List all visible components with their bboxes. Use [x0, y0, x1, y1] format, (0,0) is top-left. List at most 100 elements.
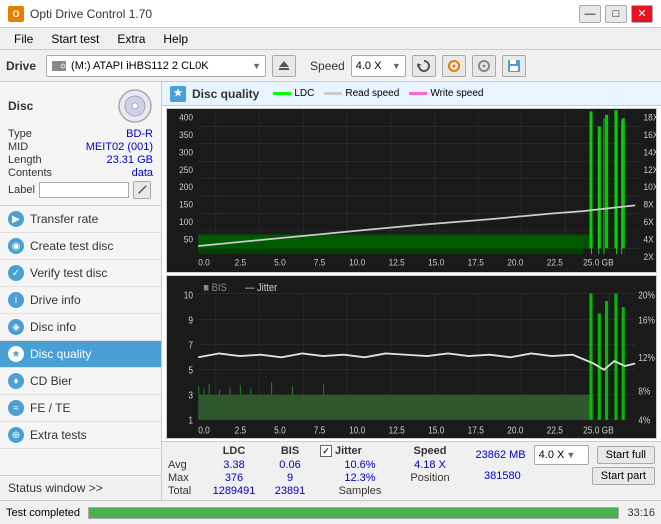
eject-button[interactable]	[272, 55, 296, 77]
svg-text:2.5: 2.5	[235, 424, 247, 435]
speed-value: 4.0 X	[356, 60, 382, 72]
contents-value: data	[56, 167, 153, 179]
svg-text:10X: 10X	[644, 182, 656, 193]
svg-text:12%: 12%	[638, 352, 655, 363]
svg-text:17.5: 17.5	[468, 424, 484, 435]
sidebar-item-drive-info[interactable]: i Drive info	[0, 287, 161, 314]
svg-text:250: 250	[179, 164, 193, 175]
disc-button[interactable]	[442, 55, 466, 77]
status-text: Test completed	[6, 507, 80, 519]
disc2-button[interactable]	[472, 55, 496, 77]
length-label: Length	[8, 154, 52, 166]
sidebar-item-disc-quality[interactable]: ★ Disc quality	[0, 341, 161, 368]
extra-tests-icon: ⊕	[8, 427, 24, 443]
max-bis: 9	[264, 472, 316, 484]
refresh-button[interactable]	[412, 55, 436, 77]
svg-text:16X: 16X	[644, 130, 656, 141]
svg-text:1: 1	[188, 414, 193, 425]
menu-file[interactable]: File	[6, 30, 41, 48]
drive-label: Drive	[6, 59, 36, 73]
menu-extra[interactable]: Extra	[109, 30, 153, 48]
svg-text:16%: 16%	[638, 314, 655, 325]
fe-te-label: FE / TE	[30, 401, 70, 415]
sidebar-item-extra-tests[interactable]: ⊕ Extra tests	[0, 422, 161, 449]
svg-text:10.0: 10.0	[349, 424, 365, 435]
sidebar-item-fe-te[interactable]: ≈ FE / TE	[0, 395, 161, 422]
menu-help[interactable]: Help	[155, 30, 196, 48]
start-part-button[interactable]: Start part	[592, 467, 655, 485]
title-bar-left: O Opti Drive Control 1.70	[8, 6, 152, 22]
app-icon: O	[8, 6, 24, 22]
disc-info-icon: ◈	[8, 319, 24, 335]
sidebar-item-verify-test-disc[interactable]: ✓ Verify test disc	[0, 260, 161, 287]
save-button[interactable]	[502, 55, 526, 77]
svg-text:15.0: 15.0	[428, 257, 444, 268]
legend-read-speed: Read speed	[324, 88, 399, 99]
svg-text:4%: 4%	[638, 414, 650, 425]
svg-text:9: 9	[188, 314, 193, 325]
cd-bier-icon: ♦	[8, 373, 24, 389]
svg-text:6X: 6X	[644, 217, 654, 228]
svg-text:5.0: 5.0	[274, 257, 286, 268]
svg-text:8%: 8%	[638, 386, 650, 397]
stats-col-ldc: LDC	[208, 445, 260, 457]
svg-text:2.5: 2.5	[235, 257, 247, 268]
svg-text:5.0: 5.0	[274, 424, 286, 435]
progress-bar-track	[88, 507, 619, 519]
sidebar-item-transfer-rate[interactable]: ▶ Transfer rate	[0, 206, 161, 233]
close-button[interactable]: ✕	[631, 5, 653, 23]
samples-label: Samples	[320, 485, 400, 497]
speed-output-value: 4.0 X	[539, 449, 565, 461]
svg-text:25.0 GB: 25.0 GB	[583, 257, 614, 268]
stats-col-bis: BIS	[264, 445, 316, 457]
status-window-button[interactable]: Status window >>	[0, 475, 161, 500]
disc-info-grid: Type BD-R MID MEIT02 (001) Length 23.31 …	[8, 128, 153, 179]
svg-text:3: 3	[188, 389, 193, 400]
verify-test-disc-label: Verify test disc	[30, 266, 107, 280]
bis-chart: ■ BIS — Jitter	[166, 275, 657, 440]
minimize-button[interactable]: —	[579, 5, 601, 23]
total-ldc: 1289491	[208, 485, 260, 497]
sidebar-item-disc-info[interactable]: ◈ Disc info	[0, 314, 161, 341]
svg-text:400: 400	[179, 112, 193, 123]
max-jitter: 12.3%	[320, 472, 400, 484]
mid-label: MID	[8, 141, 52, 153]
sidebar-item-cd-bier[interactable]: ♦ CD Bier	[0, 368, 161, 395]
jitter-col-label: Jitter	[335, 445, 362, 457]
svg-text:0.0: 0.0	[198, 424, 210, 435]
svg-text:■ BIS: ■ BIS	[203, 282, 226, 294]
avg-label: Avg	[168, 459, 204, 471]
sidebar-item-create-test-disc[interactable]: ◉ Create test disc	[0, 233, 161, 260]
svg-text:10.0: 10.0	[349, 257, 365, 268]
svg-text:7.5: 7.5	[314, 257, 326, 268]
disc2-icon	[477, 59, 491, 73]
disc-label-input[interactable]	[39, 182, 129, 198]
read-speed-color	[324, 92, 342, 95]
status-window-label: Status window >>	[8, 481, 103, 495]
speed-select[interactable]: 4.0 X ▼	[351, 55, 406, 77]
drive-select[interactable]: (M:) ATAPI iHBS112 2 CL0K ▼	[46, 55, 266, 77]
start-full-button[interactable]: Start full	[597, 446, 655, 464]
svg-text:17.5: 17.5	[468, 257, 484, 268]
speed-output-select[interactable]: 4.0 X ▼	[534, 445, 589, 465]
total-samples-value: 381580	[484, 470, 521, 482]
contents-label: Contents	[8, 167, 52, 179]
chart-legend: LDC Read speed Write speed	[273, 88, 483, 99]
maximize-button[interactable]: □	[605, 5, 627, 23]
svg-text:15.0: 15.0	[428, 424, 444, 435]
status-time: 33:16	[627, 507, 655, 519]
menu-start-test[interactable]: Start test	[43, 30, 107, 48]
svg-text:300: 300	[179, 147, 193, 158]
max-label: Max	[168, 472, 204, 484]
legend-write-speed: Write speed	[409, 88, 483, 99]
svg-text:5: 5	[188, 364, 193, 375]
disc-label-edit-button[interactable]	[133, 181, 151, 199]
speed-dropdown-arrow: ▼	[392, 61, 401, 71]
disc-graphic	[117, 88, 153, 124]
fe-te-icon: ≈	[8, 400, 24, 416]
disc-quality-label: Disc quality	[30, 347, 91, 361]
jitter-checkbox[interactable]: ✓	[320, 445, 332, 457]
speed-output-arrow: ▼	[566, 450, 575, 460]
svg-text:2X: 2X	[644, 251, 654, 262]
progress-bar-fill	[89, 508, 618, 518]
